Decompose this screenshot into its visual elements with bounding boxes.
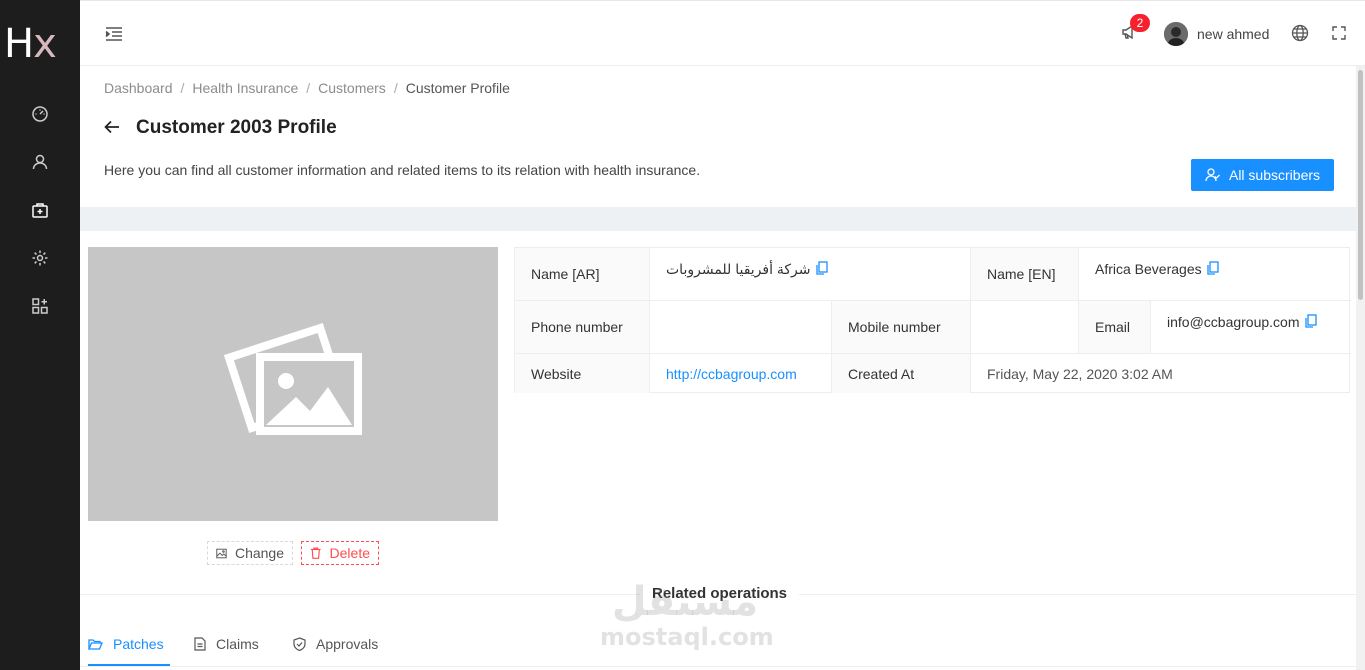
copy-icon[interactable] <box>1304 314 1317 328</box>
all-subscribers-button[interactable]: All subscribers <box>1191 159 1334 191</box>
email-label: Email <box>1079 301 1151 354</box>
scrollbar-thumb[interactable] <box>1358 70 1363 300</box>
avatar[interactable] <box>1164 22 1188 46</box>
breadcrumb: Dashboard / Health Insurance / Customers / Cus… <box>104 80 510 96</box>
menu-unfold-icon[interactable] <box>104 25 124 43</box>
picture-icon <box>216 548 227 558</box>
website-link[interactable]: http://ccbagroup.com <box>666 366 797 382</box>
breadcrumb-customers[interactable]: Customers <box>318 80 386 96</box>
phone-label: Phone number <box>515 301 650 354</box>
change-image-button[interactable]: Change <box>207 541 293 565</box>
name-en-value: Africa Beverages <box>1079 248 1351 301</box>
fullscreen-icon[interactable] <box>1332 26 1346 40</box>
website-value: http://ccbagroup.com <box>650 354 832 393</box>
breadcrumb-dashboard[interactable]: Dashboard <box>104 80 173 96</box>
page-description: Here you can find all customer informati… <box>104 162 701 178</box>
brand-logo[interactable]: Hx <box>4 24 57 64</box>
breadcrumb-current: Customer Profile <box>405 80 510 96</box>
medical-kit-icon[interactable] <box>30 200 50 220</box>
email-value: info@ccbagroup.com <box>1151 301 1351 354</box>
top-bar: 2 new ahmed <box>80 0 1365 66</box>
created-at-label: Created At <box>832 354 971 393</box>
notification-badge: 2 <box>1130 14 1150 32</box>
tab-claims[interactable]: Claims <box>194 636 259 652</box>
mobile-label: Mobile number <box>832 301 971 354</box>
delete-image-button[interactable]: Delete <box>301 541 379 565</box>
section-divider <box>80 207 1356 231</box>
dashboard-icon[interactable] <box>30 104 50 124</box>
tab-approvals[interactable]: Approvals <box>293 636 378 652</box>
tab-patches[interactable]: Patches <box>88 636 164 652</box>
folder-open-icon <box>88 638 103 650</box>
copy-icon[interactable] <box>815 261 828 275</box>
file-text-icon <box>194 637 206 651</box>
copy-icon[interactable] <box>1206 261 1219 275</box>
back-arrow-icon[interactable] <box>103 118 121 136</box>
created-at-value: Friday, May 22, 2020 3:02 AM <box>987 365 1173 382</box>
mobile-value <box>971 301 1079 354</box>
name-ar-label: Name [AR] <box>515 248 650 301</box>
username[interactable]: new ahmed <box>1197 26 1269 42</box>
website-label: Website <box>515 354 650 393</box>
customer-image-placeholder <box>88 247 498 521</box>
user-icon[interactable] <box>30 152 50 172</box>
team-icon <box>1205 168 1220 182</box>
phone-value <box>650 301 832 354</box>
shield-check-icon <box>293 637 306 651</box>
image-icon <box>223 322 362 435</box>
trash-icon <box>310 547 321 559</box>
gear-icon[interactable] <box>30 248 50 268</box>
related-operations-title: Related operations <box>640 585 800 602</box>
sidebar: Hx <box>0 0 80 670</box>
page-title: Customer 2003 Profile <box>136 117 337 138</box>
apps-icon[interactable] <box>30 296 50 316</box>
breadcrumb-health-insurance[interactable]: Health Insurance <box>192 80 298 96</box>
globe-icon[interactable] <box>1291 24 1309 42</box>
name-en-label: Name [EN] <box>971 248 1079 301</box>
tabs-border <box>80 666 1356 667</box>
customer-info-table: Name [AR] شركة أفريقيا للمشروبات Name [E… <box>514 247 1351 393</box>
name-ar-value: شركة أفريقيا للمشروبات <box>650 248 971 301</box>
